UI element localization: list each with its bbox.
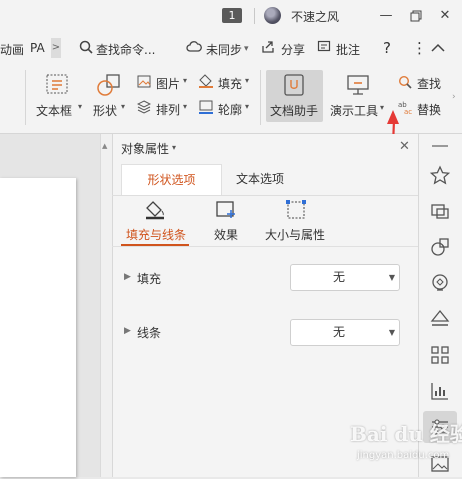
outline-icon — [198, 100, 214, 117]
search-command-input[interactable]: 查找命令... — [96, 41, 155, 58]
cloud-sync-icon — [186, 40, 202, 57]
chevron-down-icon[interactable]: ▾ — [183, 76, 187, 85]
textbox-icon[interactable] — [45, 73, 69, 98]
chevron-down-icon[interactable]: ▾ — [245, 76, 249, 85]
chevron-down-icon[interactable]: ▾ — [245, 102, 249, 111]
title-bar: 1 不速之风 — ✕ — [0, 0, 462, 33]
chevron-down-icon: ▼ — [388, 328, 395, 337]
comment-icon — [317, 40, 331, 57]
share-button[interactable]: 分享 — [281, 41, 305, 58]
presentation-tools-button[interactable]: 演示工具 — [330, 102, 378, 119]
subtab-size-properties[interactable]: 大小与属性 — [265, 226, 325, 243]
avatar[interactable] — [264, 7, 281, 24]
search-icon — [79, 40, 93, 57]
svg-text:ac: ac — [404, 108, 412, 114]
size-icon[interactable] — [285, 200, 307, 223]
tab-text-options[interactable]: 文本选项 — [220, 164, 300, 195]
chevron-down-icon[interactable]: ▾ — [183, 102, 187, 111]
more-tabs-button[interactable]: > — [51, 38, 61, 58]
chevron-down-icon[interactable]: ▾ — [121, 102, 125, 111]
swap-icon[interactable] — [428, 199, 452, 223]
shapes-icon[interactable] — [428, 235, 452, 259]
fill-button[interactable]: 填充 — [218, 75, 242, 92]
fill-select-value: 无 — [332, 270, 345, 284]
shape-icon[interactable] — [96, 73, 122, 100]
minimize-icon[interactable]: — — [377, 7, 395, 25]
replace-button[interactable]: 替换 — [417, 101, 441, 118]
fill-section-label[interactable]: 填充 — [137, 270, 161, 287]
panel-title[interactable]: 对象属性 — [121, 140, 169, 157]
arrange-button[interactable]: 排列 — [156, 101, 180, 118]
divider — [254, 8, 255, 24]
arrange-icon — [136, 100, 152, 117]
fill-select[interactable]: 无 ▼ — [290, 264, 400, 291]
chevron-down-icon: ▼ — [388, 273, 395, 282]
doc-helper-icon — [283, 73, 305, 100]
user-name[interactable]: 不速之风 — [291, 8, 339, 25]
picture-button[interactable]: 图片 — [156, 75, 180, 92]
chart-icon[interactable] — [428, 379, 452, 403]
effect-icon[interactable] — [214, 200, 238, 223]
chevron-down-icon[interactable]: ▾ — [244, 44, 249, 54]
subtab-fill-line[interactable]: 填充与线条 — [126, 226, 186, 243]
outline-button[interactable]: 轮廓 — [218, 101, 242, 118]
sidebar-handle[interactable] — [432, 145, 448, 147]
textbox-button[interactable]: 文本框 — [36, 102, 72, 119]
collapse-ribbon-icon[interactable] — [431, 42, 445, 56]
tab-shape-options[interactable]: 形状选项 — [121, 164, 222, 196]
divider — [112, 246, 418, 247]
share-icon — [261, 40, 275, 57]
chevron-down-icon[interactable]: ▾ — [172, 143, 176, 152]
scroll-up-icon[interactable]: ▲ — [102, 142, 107, 150]
fill-icon — [198, 74, 214, 91]
layers-icon[interactable] — [428, 307, 452, 331]
tab-animation[interactable]: 动画 — [0, 41, 24, 58]
subtab-effects[interactable]: 效果 — [214, 226, 238, 243]
more-options-icon[interactable]: ⋮ — [412, 39, 427, 57]
presentation-tools-icon — [346, 73, 370, 100]
doc-helper-label: 文档助手 — [270, 104, 319, 118]
divider — [25, 70, 26, 125]
picture-icon — [137, 75, 151, 91]
fill-bucket-icon[interactable] — [143, 200, 167, 223]
ribbon-scroll-right-icon[interactable]: › — [452, 92, 456, 102]
shape-button[interactable]: 形状 — [93, 102, 117, 119]
grid-icon[interactable] — [428, 343, 452, 367]
window-number-badge[interactable]: 1 — [222, 8, 242, 23]
location-icon[interactable] — [428, 271, 452, 295]
watermark-subtext: jingyan.baidu.com — [357, 450, 450, 461]
close-icon[interactable]: ✕ — [436, 7, 454, 25]
slide-canvas[interactable] — [0, 178, 76, 477]
watermark-text: Bai du 经验 — [350, 422, 462, 446]
line-select[interactable]: 无 ▼ — [290, 319, 400, 346]
divider — [112, 195, 418, 196]
expand-arrow-icon[interactable]: ▶ — [124, 326, 131, 336]
restore-icon[interactable] — [407, 7, 425, 25]
close-icon[interactable]: ✕ — [399, 139, 410, 154]
chevron-down-icon[interactable]: ▾ — [78, 102, 82, 111]
star-icon[interactable] — [428, 164, 452, 188]
line-select-value: 无 — [332, 325, 345, 339]
line-section-label[interactable]: 线条 — [137, 324, 161, 341]
find-icon — [398, 75, 412, 92]
comment-button[interactable]: 批注 — [336, 41, 360, 58]
divider — [260, 70, 261, 125]
tab-pa[interactable]: PA — [30, 41, 45, 55]
expand-arrow-icon[interactable]: ▶ — [124, 272, 131, 282]
sync-status[interactable]: 未同步 — [206, 41, 242, 58]
find-button[interactable]: 查找 — [417, 75, 441, 92]
help-icon[interactable]: ? — [383, 39, 391, 57]
